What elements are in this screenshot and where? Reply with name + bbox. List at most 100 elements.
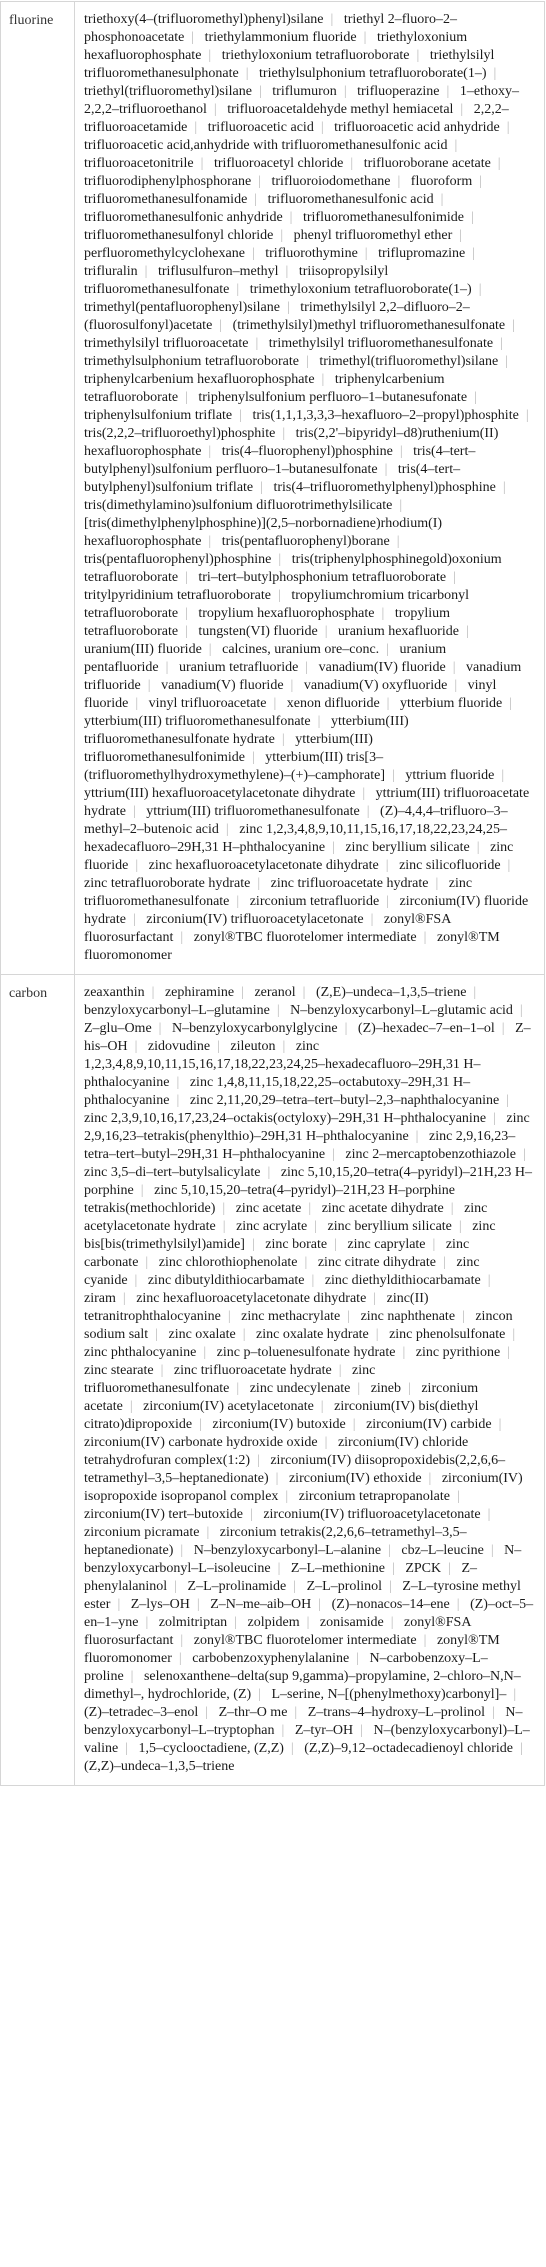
separator: | xyxy=(432,1237,436,1252)
separator: | xyxy=(386,696,390,711)
separator: | xyxy=(381,606,385,621)
table-row: carbon zeaxanthin | zephiramine | zeranol | … xyxy=(0,974,545,1786)
compound-name: zinc 2–mercaptobenzothiazole xyxy=(345,1147,517,1162)
compound-name: zinc caprylate xyxy=(347,1237,426,1252)
compound-name: zinc phenolsulfonate xyxy=(389,1327,506,1342)
separator: | xyxy=(199,1417,202,1432)
compound-name: zinc acetate xyxy=(235,1201,302,1216)
compound-name: trifluorodiphenylphosphorane xyxy=(84,174,252,189)
separator: | xyxy=(386,894,389,909)
compound-name: triethylammonium fluoride xyxy=(204,30,357,45)
compound-name: perfluoromethylcyclohexane xyxy=(84,246,245,261)
compound-name: vanadium(IV) fluoride xyxy=(318,660,446,675)
separator: | xyxy=(454,678,458,693)
separator: | xyxy=(519,1003,523,1018)
separator: | xyxy=(160,1363,164,1378)
compound-name: N–benzyloxycarbonylglycine xyxy=(171,1021,338,1036)
separator: | xyxy=(350,156,354,171)
separator: | xyxy=(132,804,136,819)
compound-name: (Z,E)–undeca–1,3,5–triene xyxy=(315,985,467,1000)
separator: | xyxy=(144,264,148,279)
compound-name: triethyl(trifluoromethyl)silane xyxy=(84,84,252,99)
separator: | xyxy=(507,1345,510,1360)
separator: | xyxy=(324,1435,328,1450)
separator: | xyxy=(122,1291,126,1306)
compound-name: (Z)–tetradec–3–enol xyxy=(84,1705,199,1720)
compound-name: calcines, uranium ore–conc. xyxy=(222,642,380,657)
compound-name: N–benzyloxycarbonyl–L–alanine xyxy=(193,1543,382,1558)
separator: | xyxy=(456,1489,460,1504)
separator: | xyxy=(509,696,513,711)
separator: | xyxy=(396,534,400,549)
compound-name: trimethyl(pentafluorophenyl)silane xyxy=(84,300,280,315)
compound-name: zinc acrylate xyxy=(236,1219,308,1234)
compound-name: Z–L–prolinamide xyxy=(187,1579,287,1594)
separator: | xyxy=(242,1327,246,1342)
separator: | xyxy=(267,1165,271,1180)
separator: | xyxy=(454,138,458,153)
separator: | xyxy=(196,1597,200,1612)
compound-name: Z–thr–O me xyxy=(218,1705,288,1720)
separator: | xyxy=(330,12,334,27)
compound-name: ziram xyxy=(84,1291,116,1306)
separator: | xyxy=(506,1093,509,1108)
separator: | xyxy=(493,66,497,81)
separator: | xyxy=(487,1507,491,1522)
separator: | xyxy=(277,1561,281,1576)
compound-name: vanadium(V) oxyfluoride xyxy=(303,678,448,693)
compound-name: ZPCK xyxy=(405,1561,442,1576)
compound-name: (trimethylsilyl)methyl trifluoromethanes… xyxy=(232,318,506,333)
separator: | xyxy=(416,48,420,63)
compound-name: ytterbium(III) trifluoromethanesulfonate xyxy=(84,714,311,729)
compound-name: zinc chlorothiophenolate xyxy=(158,1255,298,1270)
separator: | xyxy=(415,1129,419,1144)
compound-name: zinc undecylenate xyxy=(249,1381,351,1396)
compound-name: zinc naphthenate xyxy=(360,1309,456,1324)
compound-name: vanadium(V) fluoride xyxy=(161,678,284,693)
separator: | xyxy=(302,985,306,1000)
separator: | xyxy=(446,84,450,99)
separator: | xyxy=(234,1615,237,1630)
separator: | xyxy=(185,570,188,585)
separator: | xyxy=(222,1219,226,1234)
compound-name: trimethylsulphonium tetrafluoroborate xyxy=(84,354,300,369)
separator: | xyxy=(185,624,188,639)
table-row: fluorine triethoxy(4–(trifluoromethyl)phe… xyxy=(0,1,545,975)
separator: | xyxy=(250,1507,253,1522)
separator: | xyxy=(219,318,223,333)
compound-name: uranium(III) fluoride xyxy=(84,642,202,657)
compound-name: 1,5–cyclooctadiene, (Z,Z) xyxy=(138,1741,284,1756)
separator: | xyxy=(290,1741,294,1756)
compound-list: zeaxanthin | zephiramine | zeranol | (Z,E)–… xyxy=(74,974,545,1786)
separator: | xyxy=(251,750,255,765)
compound-name: trifluoroacetyl chloride xyxy=(213,156,344,171)
compound-name: tris(pentafluorophenyl)borane xyxy=(221,534,390,549)
separator: | xyxy=(241,985,244,1000)
compound-name: trifluoroacetonitrile xyxy=(84,156,194,171)
compound-name: zirconium(IV) trifluoroacetylacetonate xyxy=(263,1507,481,1522)
separator: | xyxy=(338,1363,342,1378)
separator: | xyxy=(236,894,240,909)
separator: | xyxy=(506,120,510,135)
separator: | xyxy=(523,1147,526,1162)
separator: | xyxy=(456,1597,460,1612)
compound-name: (Z,Z)–9,12–octadecadienoyl chloride xyxy=(304,1741,513,1756)
compound-name: zirconium picramate xyxy=(84,1525,200,1540)
separator: | xyxy=(145,1255,149,1270)
compound-name: zirconium(IV) tert–butoxide xyxy=(84,1507,244,1522)
separator: | xyxy=(308,1201,312,1216)
compound-name: trifluoroacetic acid,anhydride with trif… xyxy=(84,138,448,153)
separator: | xyxy=(448,1561,451,1576)
compound-name: triflusulfuron–methyl xyxy=(157,264,279,279)
separator: | xyxy=(155,1327,158,1342)
compound-name: tris(4–fluorophenyl)phosphine xyxy=(221,444,393,459)
compound-name: Z–lys–OH xyxy=(130,1597,190,1612)
separator: | xyxy=(208,444,212,459)
compound-name: yttrium fluoride xyxy=(405,768,495,783)
compound-name: zinc pyrithione xyxy=(415,1345,501,1360)
separator: | xyxy=(473,985,477,1000)
separator: | xyxy=(375,1327,379,1342)
separator: | xyxy=(493,1111,496,1126)
compound-name: zeaxanthin xyxy=(84,985,145,1000)
compound-name: Z–glu–Ome xyxy=(84,1021,152,1036)
